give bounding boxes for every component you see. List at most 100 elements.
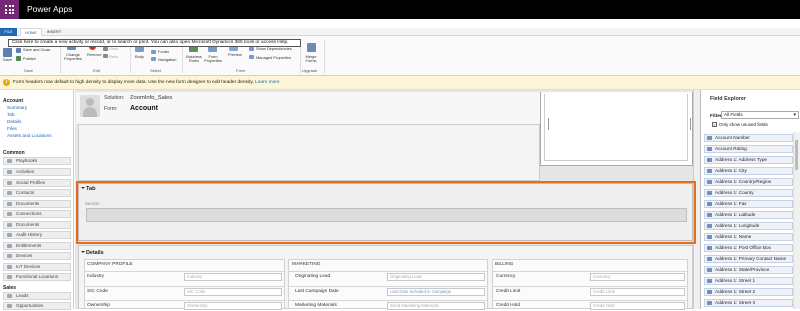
- tab-home[interactable]: HOME: [20, 28, 42, 36]
- record-icon: [7, 223, 12, 227]
- field-value[interactable]: Ownership: [184, 301, 282, 310]
- nav-item-documents[interactable]: Documents: [3, 200, 71, 208]
- field-item[interactable]: Address 1: Street 1: [704, 277, 793, 285]
- field-value[interactable]: Currency: [590, 272, 685, 281]
- group-label-select: Select: [150, 68, 162, 73]
- field-label: Last Campaign Date: [295, 289, 339, 294]
- collapse-caret-icon[interactable]: [81, 251, 85, 253]
- redo-button[interactable]: Redo: [109, 54, 118, 59]
- nav-item-devices[interactable]: Devices: [3, 252, 71, 260]
- navigation-icon: [151, 57, 156, 61]
- nav-item-activities[interactable]: Activities: [3, 168, 71, 176]
- scrollbar-thumb[interactable]: [795, 140, 798, 170]
- field-value[interactable]: SIC Code: [184, 287, 282, 296]
- record-icon: [7, 294, 12, 298]
- field-value[interactable]: Credit Hold: [590, 301, 685, 310]
- nav-item-iot-devices[interactable]: IoT Devices: [3, 263, 71, 271]
- nav-item-documents-2[interactable]: Documents: [3, 221, 71, 229]
- nav-link-files[interactable]: Files: [7, 126, 17, 131]
- field-item[interactable]: Address 1: Address Type: [704, 156, 793, 164]
- field-list: Account Number Account Rating Address 1:…: [701, 132, 793, 309]
- field-item[interactable]: Address 1: Name: [704, 233, 793, 241]
- learn-more-link[interactable]: Learn more: [255, 80, 280, 85]
- group-label-form: Form: [236, 68, 246, 73]
- field-value[interactable]: Credit Limit: [590, 287, 685, 296]
- nav-item-playbooks[interactable]: Playbooks: [3, 157, 71, 165]
- field-value[interactable]: Originating Lead: [387, 272, 485, 281]
- publish-icon: [16, 56, 21, 61]
- field-icon: [707, 279, 712, 283]
- nav-item-connections[interactable]: Connections: [3, 210, 71, 218]
- field-item[interactable]: Account Rating: [704, 145, 793, 153]
- unused-fields-checkbox[interactable]: ✓: [712, 122, 717, 127]
- field-icon: [707, 136, 712, 140]
- field-icon: [707, 246, 712, 250]
- merge-forms-button[interactable]: Merge Forms: [303, 54, 319, 64]
- nav-item-audit-history[interactable]: Audit History: [3, 231, 71, 239]
- field-icon: [707, 235, 712, 239]
- nav-sales-header: Sales: [3, 285, 17, 291]
- field-item[interactable]: Address 1: Post Office Box: [704, 244, 793, 252]
- field-value[interactable]: Industry: [184, 272, 282, 281]
- nav-item-contacts[interactable]: Contacts: [3, 189, 71, 197]
- field-item[interactable]: Account Number: [704, 134, 793, 142]
- managed-properties-button[interactable]: Managed Properties: [256, 55, 291, 60]
- nav-item-entitlements[interactable]: Entitlements: [3, 242, 71, 250]
- chevron-down-icon: ▾: [793, 112, 796, 118]
- field-item[interactable]: Address 1: Latitude: [704, 211, 793, 219]
- notification-bar: Form headers now default to high density…: [0, 76, 800, 90]
- nav-item-leads[interactable]: Leads: [3, 292, 71, 300]
- field-icon: [707, 202, 712, 206]
- app-launcher-icon[interactable]: [0, 0, 19, 19]
- summary-tab-area[interactable]: [78, 124, 540, 181]
- record-icon: [7, 170, 12, 174]
- field-item[interactable]: Address 1: State/Province: [704, 266, 793, 274]
- info-icon: i: [3, 79, 10, 86]
- field-item[interactable]: Address 1: County: [704, 189, 793, 197]
- form-properties-button[interactable]: Form Properties: [204, 54, 222, 64]
- ribbon-tab-bar: FILE HOME INSERT: [0, 28, 800, 36]
- show-dependencies-button[interactable]: Show Dependencies: [256, 46, 292, 51]
- filter-dropdown[interactable]: All Fields ▾: [721, 111, 799, 119]
- remove-button[interactable]: Remove: [87, 52, 102, 57]
- field-item[interactable]: Address 1: City: [704, 167, 793, 175]
- field-item[interactable]: Address 1: Country/Region: [704, 178, 793, 186]
- field-value[interactable]: Send Marketing Materials: [387, 301, 485, 310]
- undo-button[interactable]: Undo: [109, 46, 118, 51]
- field-item[interactable]: Address 1: Primary Contact Name: [704, 255, 793, 263]
- group-label-upgrade: Upgrade: [302, 68, 318, 73]
- nav-link-summary[interactable]: Summary: [7, 105, 27, 110]
- record-icon: [7, 244, 12, 248]
- body-button[interactable]: Body: [135, 54, 144, 59]
- field-item[interactable]: Address 1: Fax: [704, 200, 793, 208]
- nav-link-details[interactable]: Details: [7, 119, 21, 124]
- nav-link-assets-locations[interactable]: Assets and Locations: [7, 133, 52, 138]
- navigation-button[interactable]: Navigation: [158, 57, 176, 62]
- field-item[interactable]: Address 1: Street 3: [704, 299, 793, 307]
- nav-item-functional-locations[interactable]: Functional Locations: [3, 273, 71, 281]
- field-item[interactable]: Address 1: Street 2: [704, 288, 793, 296]
- publish-button[interactable]: Publish: [23, 56, 36, 61]
- nav-link-tab[interactable]: Tab: [7, 112, 15, 117]
- business-rules-button[interactable]: Business Rules: [186, 54, 202, 64]
- group-label-save: Save: [24, 68, 34, 73]
- app-title[interactable]: Power Apps: [27, 4, 72, 14]
- tab-file[interactable]: FILE: [0, 28, 17, 36]
- footer-button[interactable]: Footer: [158, 49, 169, 54]
- field-item[interactable]: Address 1: Longitude: [704, 222, 793, 230]
- field-icon: [707, 268, 712, 272]
- change-properties-button[interactable]: Change Properties: [64, 52, 82, 62]
- field-label: Credit Hold: [496, 303, 520, 308]
- tab-insert[interactable]: INSERT: [44, 28, 64, 36]
- field-icon: [707, 301, 712, 305]
- nav-item-social-profiles[interactable]: Social Profiles: [3, 179, 71, 187]
- group-label-edit: Edit: [93, 68, 100, 73]
- record-icon: [7, 265, 12, 269]
- field-label: Originating Lead: [295, 274, 331, 279]
- field-value[interactable]: Last Date Included in Campaign: [387, 287, 485, 296]
- selection-highlight: [76, 181, 696, 244]
- show-dependencies-icon: [249, 47, 254, 51]
- save-button[interactable]: Save: [3, 57, 12, 62]
- preview-button[interactable]: Preview: [228, 52, 242, 57]
- save-close-button[interactable]: Save and Close: [23, 47, 50, 52]
